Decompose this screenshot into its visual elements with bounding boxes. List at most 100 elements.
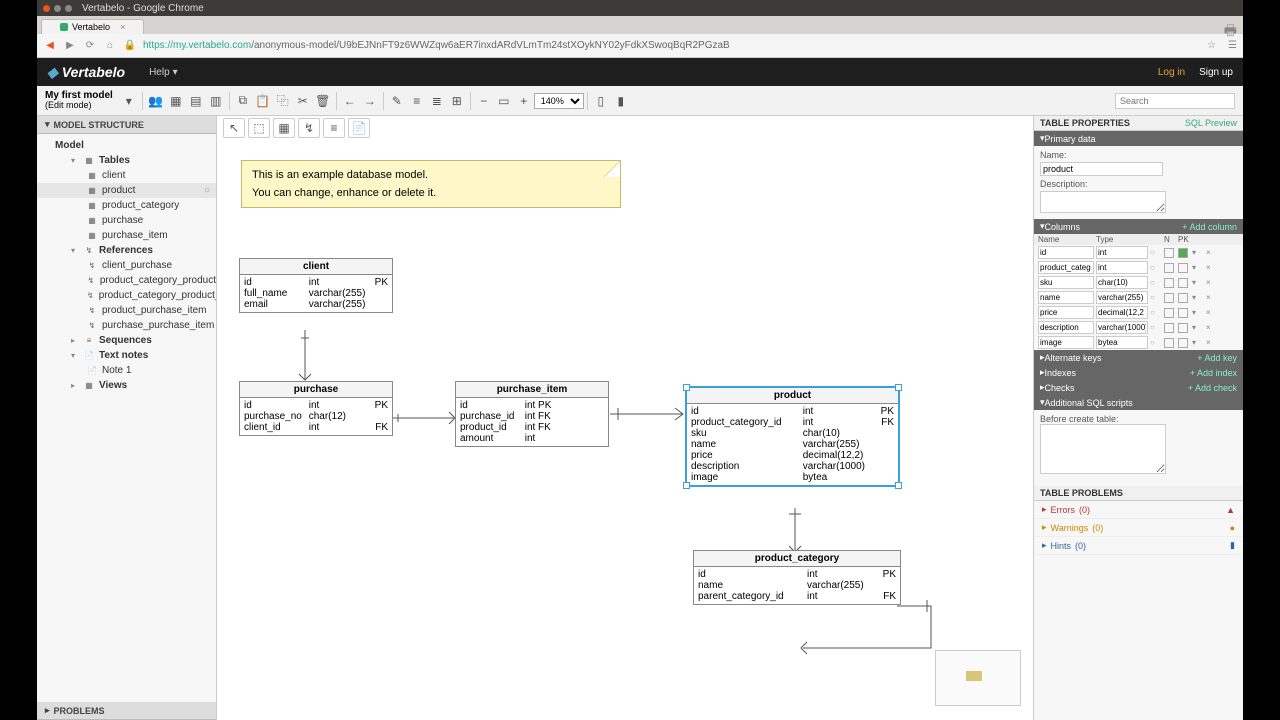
col-name-input[interactable] bbox=[1038, 276, 1094, 289]
search-input[interactable] bbox=[1115, 93, 1235, 109]
tree-table-product-category[interactable]: ▦product_category bbox=[37, 198, 216, 213]
column-row[interactable]: ○▾× bbox=[1034, 260, 1243, 275]
window-max-icon[interactable] bbox=[65, 5, 72, 12]
tree-ref[interactable]: ↯product_category_product_cat... bbox=[37, 288, 216, 303]
paste-icon[interactable]: 📋 bbox=[253, 91, 273, 111]
nav-home-icon[interactable]: ⌂ bbox=[103, 39, 117, 53]
section-sql[interactable]: ▾ Additional SQL scripts bbox=[1034, 395, 1243, 410]
nav-reload-icon[interactable]: ⟳ bbox=[83, 39, 97, 53]
col-delete-icon[interactable]: × bbox=[1206, 323, 1218, 332]
tree-group-textnotes[interactable]: ▾📄Text notes bbox=[37, 348, 216, 363]
add-index-link[interactable]: + Add index bbox=[1190, 368, 1237, 378]
section-indexes[interactable]: ▸ Indexes+ Add index bbox=[1034, 365, 1243, 380]
tree-table-client[interactable]: ▦client bbox=[37, 168, 216, 183]
tree-group-references[interactable]: ▾↯References bbox=[37, 243, 216, 258]
section-primary-data[interactable]: ▾ Primary data bbox=[1034, 131, 1243, 146]
tree-ref[interactable]: ↯product_category_product bbox=[37, 273, 216, 288]
tree-root[interactable]: Model bbox=[37, 138, 216, 153]
tree-table-purchase[interactable]: ▦purchase bbox=[37, 213, 216, 228]
tree-table-product[interactable]: ▦product○ bbox=[37, 183, 216, 198]
col-pk-cb[interactable] bbox=[1178, 248, 1188, 258]
align-center-icon[interactable]: ≣ bbox=[427, 91, 447, 111]
col-pk-cb[interactable] bbox=[1178, 263, 1188, 273]
view-tool-icon[interactable]: ≡ bbox=[323, 118, 345, 138]
export-pdf-icon[interactable]: ▥ bbox=[206, 91, 226, 111]
column-row[interactable]: ○▾× bbox=[1034, 305, 1243, 320]
col-delete-icon[interactable]: × bbox=[1206, 308, 1218, 317]
col-pk-cb[interactable] bbox=[1178, 323, 1188, 333]
zoom-fit-icon[interactable]: ▭ bbox=[494, 91, 514, 111]
col-type-input[interactable] bbox=[1096, 246, 1148, 259]
problems-warnings[interactable]: ▸ Warnings (0)● bbox=[1034, 519, 1243, 537]
col-menu-icon[interactable]: ▾ bbox=[1192, 248, 1204, 257]
erd-table-product-category[interactable]: product_category idintPKnamevarchar(255)… bbox=[693, 550, 901, 605]
login-link[interactable]: Log in bbox=[1158, 67, 1185, 78]
col-nullable-cb[interactable] bbox=[1164, 293, 1174, 303]
col-type-input[interactable] bbox=[1096, 261, 1148, 274]
share-icon[interactable]: 👥 bbox=[146, 91, 166, 111]
add-check-link[interactable]: + Add check bbox=[1188, 383, 1237, 393]
table-tool-icon[interactable]: ▦ bbox=[273, 118, 295, 138]
tree-group-tables[interactable]: ▾▦Tables bbox=[37, 153, 216, 168]
col-menu-icon[interactable]: ▾ bbox=[1192, 263, 1204, 272]
col-delete-icon[interactable]: × bbox=[1206, 263, 1218, 272]
logo[interactable]: ◆Vertabelo bbox=[47, 64, 125, 81]
tree-group-views[interactable]: ▸▦Views bbox=[37, 378, 216, 393]
reference-tool-icon[interactable]: ↯ bbox=[298, 118, 320, 138]
col-nullable-cb[interactable] bbox=[1164, 323, 1174, 333]
problems-errors[interactable]: ▸ Errors (0)▲ bbox=[1034, 501, 1243, 519]
export-sql-icon[interactable]: ▦ bbox=[166, 91, 186, 111]
input-table-desc[interactable] bbox=[1040, 191, 1166, 213]
zoom-out-icon[interactable]: − bbox=[474, 91, 494, 111]
bookmark-icon[interactable]: ☆ bbox=[1207, 40, 1216, 51]
redo-icon[interactable]: → bbox=[360, 91, 380, 111]
model-name[interactable]: My first model(Edit mode) bbox=[45, 90, 113, 111]
col-delete-icon[interactable]: × bbox=[1206, 278, 1218, 287]
delete-icon[interactable]: 🗑 bbox=[313, 91, 333, 111]
browser-tab[interactable]: Vertabelo × bbox=[41, 19, 144, 34]
col-delete-icon[interactable]: × bbox=[1206, 248, 1218, 257]
section-checks[interactable]: ▸ Checks+ Add check bbox=[1034, 380, 1243, 395]
tree-group-sequences[interactable]: ▸≡Sequences bbox=[37, 333, 216, 348]
view-split-icon[interactable]: ▮ bbox=[611, 91, 631, 111]
note-tool-icon[interactable]: 📄 bbox=[348, 118, 370, 138]
col-name-input[interactable] bbox=[1038, 246, 1094, 259]
col-menu-icon[interactable]: ▾ bbox=[1192, 338, 1204, 347]
column-row[interactable]: ○▾× bbox=[1034, 335, 1243, 350]
add-key-link[interactable]: + Add key bbox=[1197, 353, 1237, 363]
col-pk-cb[interactable] bbox=[1178, 308, 1188, 318]
cut-icon[interactable]: ✂ bbox=[293, 91, 313, 111]
pointer-tool-icon[interactable]: ↖ bbox=[223, 118, 245, 138]
section-columns[interactable]: ▾ Columns+ Add column bbox=[1034, 219, 1243, 234]
col-name-input[interactable] bbox=[1038, 261, 1094, 274]
zoom-in-icon[interactable]: + bbox=[514, 91, 534, 111]
col-menu-icon[interactable]: ▾ bbox=[1192, 293, 1204, 302]
col-type-input[interactable] bbox=[1096, 336, 1148, 349]
col-pk-cb[interactable] bbox=[1178, 293, 1188, 303]
edit-icon[interactable]: ✎ bbox=[387, 91, 407, 111]
col-menu-icon[interactable]: ▾ bbox=[1192, 323, 1204, 332]
window-min-icon[interactable] bbox=[54, 5, 61, 12]
dropdown-icon[interactable]: ▾ bbox=[119, 91, 139, 111]
col-name-input[interactable] bbox=[1038, 321, 1094, 334]
col-name-input[interactable] bbox=[1038, 336, 1094, 349]
signup-link[interactable]: Sign up bbox=[1199, 67, 1233, 78]
col-menu-icon[interactable]: ▾ bbox=[1192, 278, 1204, 287]
col-pk-cb[interactable] bbox=[1178, 278, 1188, 288]
col-type-input[interactable] bbox=[1096, 306, 1148, 319]
col-nullable-cb[interactable] bbox=[1164, 308, 1174, 318]
col-delete-icon[interactable]: × bbox=[1206, 293, 1218, 302]
url-field[interactable]: https://my.vertabelo.com/anonymous-model… bbox=[143, 40, 1195, 51]
duplicate-icon[interactable]: ⿻ bbox=[273, 91, 293, 111]
col-nullable-cb[interactable] bbox=[1164, 248, 1174, 258]
problems-hints[interactable]: ▸ Hints (0)▮ bbox=[1034, 537, 1243, 555]
erd-table-purchase-item[interactable]: purchase_item idint PKpurchase_idint FKp… bbox=[455, 381, 609, 447]
align-dist-icon[interactable]: ⊞ bbox=[447, 91, 467, 111]
col-menu-icon[interactable]: ▾ bbox=[1192, 308, 1204, 317]
input-table-name[interactable] bbox=[1040, 162, 1163, 176]
minimap[interactable] bbox=[935, 650, 1021, 706]
column-row[interactable]: ○▾× bbox=[1034, 320, 1243, 335]
col-type-input[interactable] bbox=[1096, 276, 1148, 289]
erd-table-product[interactable]: product idintPKproduct_category_idintFKs… bbox=[685, 386, 900, 487]
erd-table-client[interactable]: client idintPKfull_namevarchar(255)email… bbox=[239, 258, 393, 313]
